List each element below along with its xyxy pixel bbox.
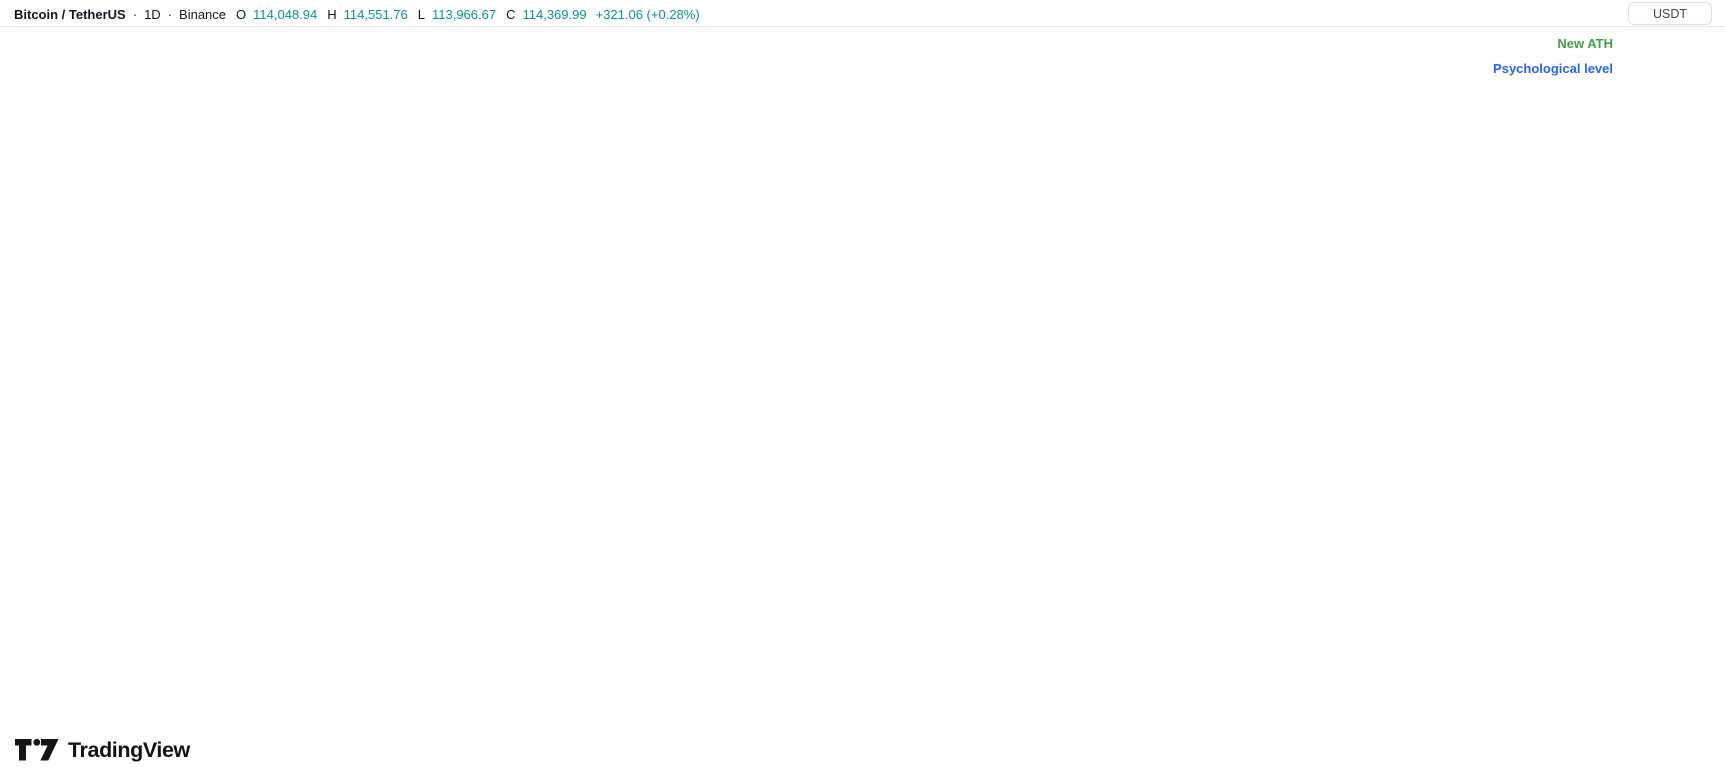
- symbol-info-bar: Bitcoin / TetherUS · 1D · Binance O 114,…: [14, 5, 700, 23]
- low-label: L: [417, 6, 425, 22]
- tradingview-chart-app: Bitcoin / TetherUS · 1D · Binance O 114,…: [0, 0, 1725, 782]
- psychological-level-annotation: Psychological level: [1493, 61, 1613, 76]
- interval-label[interactable]: 1D: [144, 7, 161, 22]
- symbol-title[interactable]: Bitcoin / TetherUS: [14, 7, 126, 22]
- separator-dot: ·: [132, 6, 138, 22]
- close-label: C: [506, 6, 516, 22]
- high-value: 114,551.76: [343, 6, 408, 22]
- high-label: H: [327, 6, 337, 22]
- low-value: 113,966.67: [431, 6, 497, 22]
- change-value: +321.06 (+0.28%): [595, 6, 700, 22]
- tradingview-logo-text: TradingView: [68, 737, 190, 762]
- new-ath-annotation: New ATH: [1557, 36, 1613, 51]
- main-chart[interactable]: [0, 0, 1725, 782]
- currency-toggle-button[interactable]: USDT: [1628, 2, 1712, 25]
- tradingview-logo-icon: [15, 738, 59, 761]
- open-value: 114,048.94: [253, 6, 318, 22]
- tradingview-logo[interactable]: TradingView: [14, 736, 190, 764]
- open-label: O: [236, 6, 247, 22]
- close-value: 114,369.99: [522, 6, 587, 22]
- exchange-label: Binance: [179, 6, 227, 22]
- separator-dot: ·: [167, 6, 173, 22]
